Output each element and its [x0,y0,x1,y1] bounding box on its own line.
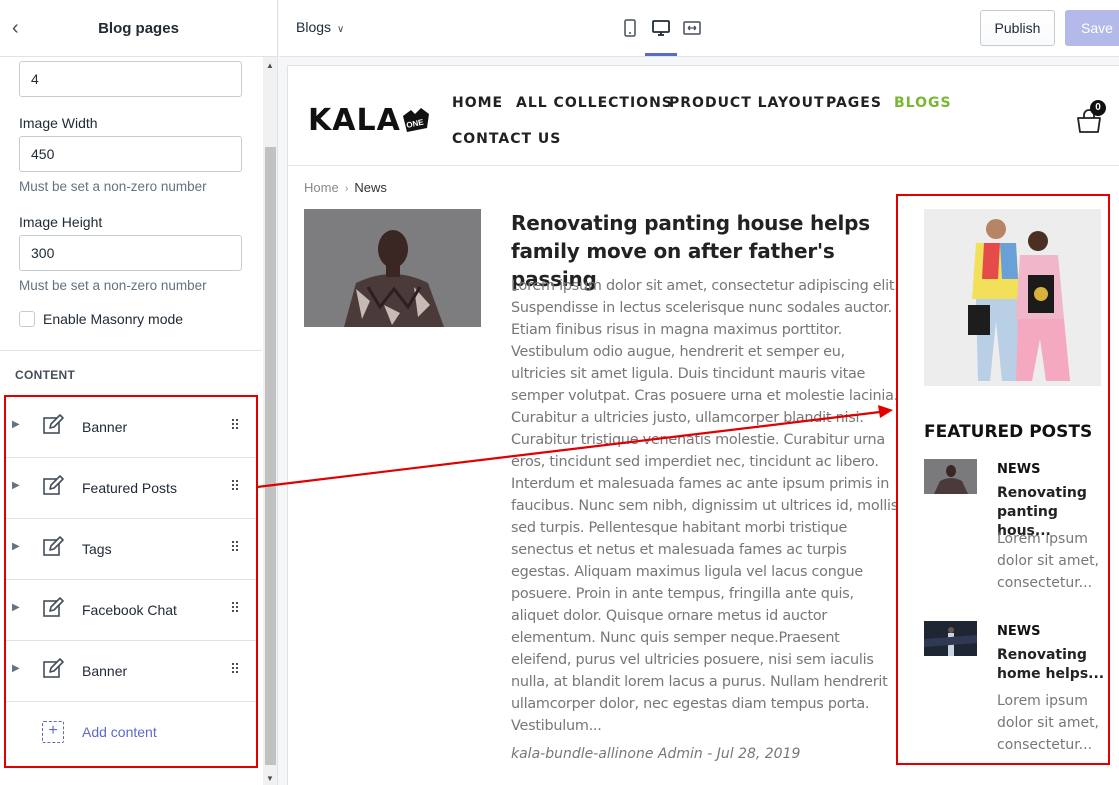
scroll-up-icon[interactable]: ▲ [266,61,274,70]
drag-handle-icon[interactable] [232,419,240,431]
content-item-label: Tags [82,541,112,557]
caret-right-icon[interactable]: ▶ [12,480,20,491]
image-height-label: Image Height [19,214,103,230]
chevron-down-icon: ∨ [337,24,345,35]
content-item-banner-2[interactable]: ▶ Banner [6,641,256,702]
sidebar-scroll-area: 4 Image Width 450 Must be set a non-zero… [0,57,262,785]
image-height-input[interactable]: 300 [19,235,242,271]
add-content-button[interactable]: + Add content [6,702,256,763]
nav-home[interactable]: HOME [452,95,503,111]
image-height-help: Must be set a non-zero number [19,278,207,293]
image-width-input[interactable]: 450 [19,136,242,172]
content-item-facebook-chat[interactable]: ▶ Facebook Chat [6,580,256,641]
add-section-icon: + [42,721,64,743]
mobile-device-icon[interactable] [620,18,640,38]
fullscreen-device-icon[interactable] [682,18,702,38]
add-content-label: Add content [82,724,157,740]
nav-all-collections[interactable]: ALL COLLECTIONS [516,95,673,111]
template-selector[interactable]: Blogs ∨ [296,19,344,35]
caret-right-icon[interactable]: ▶ [12,419,20,430]
scrollbar-thumb[interactable] [265,147,276,765]
featured-post-excerpt: Lorem ipsum dolor sit amet, consectetur.… [997,693,1100,753]
featured-post-thumbnail-illustration [924,621,977,656]
image-width-help: Must be set a non-zero number [19,179,207,194]
cart-count-badge: 0 [1090,100,1106,116]
content-sections-list: ▶ Banner ▶ Featured Posts ▶ Tags ▶ Faceb… [4,395,258,768]
image-width-label: Image Width [19,115,98,131]
featured-post-thumbnail-illustration [924,459,977,494]
drag-handle-icon[interactable] [232,480,240,492]
desktop-device-icon[interactable] [651,18,671,38]
edit-icon [43,597,64,617]
content-item-tags[interactable]: ▶ Tags [6,519,256,580]
masonry-label[interactable]: Enable Masonry mode [43,311,183,327]
content-heading: CONTENT [15,368,76,382]
featured-post-category: NEWS [997,624,1041,639]
section-divider [0,350,262,351]
breadcrumb: Home › News [304,180,387,195]
logo-badge: ONE [403,108,429,132]
post-excerpt: Lorem ipsum dolor sit amet, consectetur … [511,278,899,734]
content-item-label: Banner [82,663,128,679]
breadcrumb-current: News [354,180,387,195]
caret-right-icon[interactable]: ▶ [12,602,20,613]
logo-text: KALA [308,103,401,138]
post-meta: kala-bundle-allinone Admin - Jul 28, 201… [511,746,801,762]
masonry-checkbox[interactable] [19,311,35,327]
sidebar-title: Blog pages [98,19,179,37]
featured-post-excerpt: Lorem ipsum dolor sit amet, consectetur.… [997,531,1100,591]
store-preview: KALA ONE HOME ALL COLLECTIONS PRODUCT LA… [287,65,1119,785]
editor-topbar: Blogs ∨ Publish Save [279,0,1119,57]
featured-posts-heading: FEATURED POSTS [924,422,1093,442]
edit-icon [43,536,64,556]
chevron-right-icon: › [344,183,349,195]
chevron-left-icon[interactable]: ‹ [12,18,28,38]
drag-handle-icon[interactable] [232,541,240,553]
editor-sidebar: ‹ Blog pages 4 Image Width 450 Must be s… [0,0,278,785]
featured-post-thumbnail[interactable] [924,621,977,656]
sidebar-scrollbar[interactable]: ▲ ▼ [263,57,277,785]
nav-contact-us[interactable]: CONTACT US [452,131,561,147]
promo-banner-illustration [924,209,1101,386]
template-selector-label: Blogs [296,19,332,35]
drag-handle-icon[interactable] [232,602,240,614]
content-item-featured-posts[interactable]: ▶ Featured Posts [6,458,256,519]
post-image-illustration [304,209,481,327]
edit-icon [43,658,64,678]
caret-right-icon[interactable]: ▶ [12,541,20,552]
featured-post-category: NEWS [997,462,1041,477]
header-divider [288,165,1119,166]
preview-area: KALA ONE HOME ALL COLLECTIONS PRODUCT LA… [279,57,1119,785]
content-item-banner[interactable]: ▶ Banner [6,397,256,458]
caret-right-icon[interactable]: ▶ [12,663,20,674]
post-image[interactable] [304,209,481,327]
save-button[interactable]: Save [1065,10,1119,46]
edit-icon [43,414,64,434]
posts-per-row-input[interactable]: 4 [19,61,242,97]
breadcrumb-home[interactable]: Home [304,180,339,195]
sidebar-header: ‹ Blog pages [0,0,277,57]
edit-icon [43,475,64,495]
featured-post-thumbnail[interactable] [924,459,977,494]
scroll-down-icon[interactable]: ▼ [266,774,274,783]
featured-post-title[interactable]: Renovating home helps... [997,646,1107,684]
drag-handle-icon[interactable] [232,663,240,675]
nav-pages[interactable]: PAGES [826,95,882,111]
active-device-indicator [645,53,677,56]
content-item-label: Featured Posts [82,480,177,496]
content-item-label: Facebook Chat [82,602,177,618]
nav-product-layout[interactable]: PRODUCT LAYOUT [669,95,825,111]
promo-banner-image[interactable] [924,209,1101,386]
nav-blogs[interactable]: BLOGS [894,95,952,111]
publish-button[interactable]: Publish [980,10,1055,46]
content-item-label: Banner [82,419,128,435]
